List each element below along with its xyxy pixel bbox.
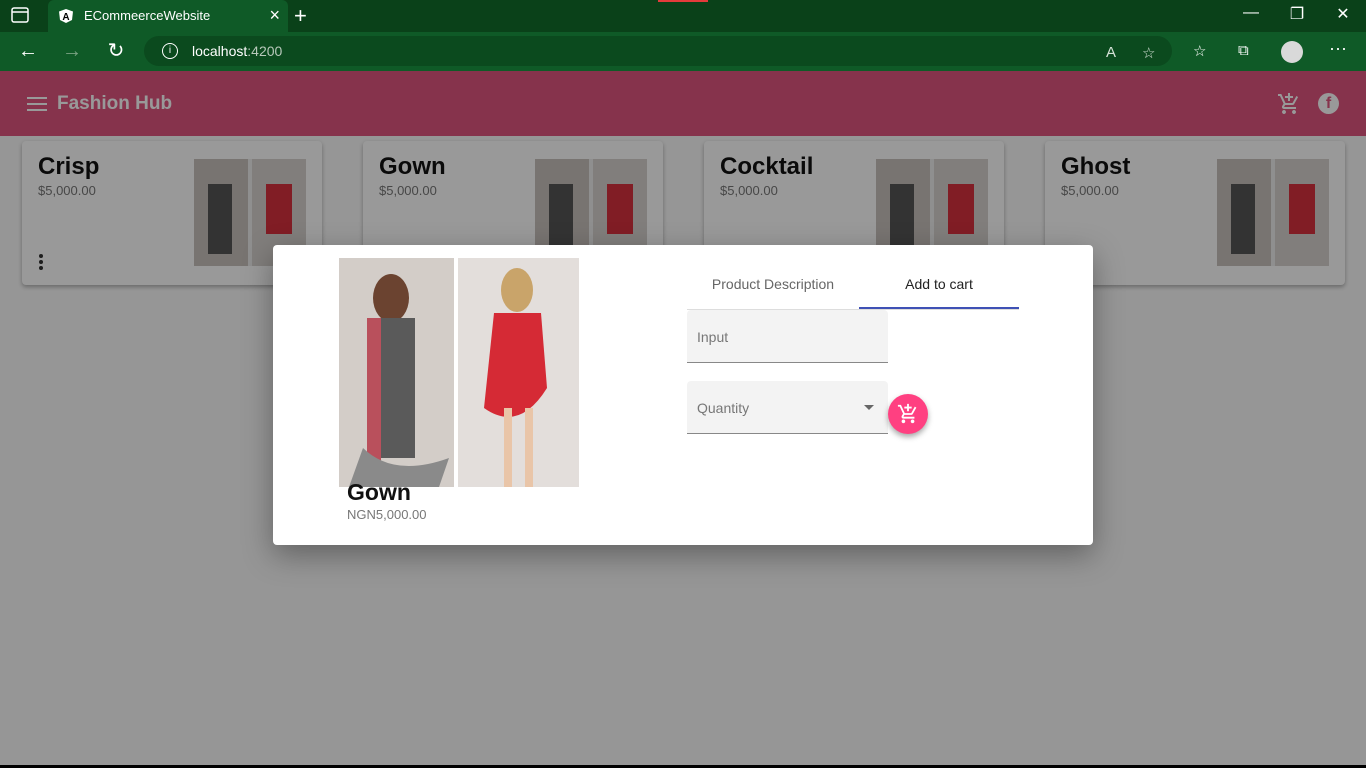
back-icon[interactable]: ← [16, 40, 40, 64]
minimize-icon[interactable]: — [1228, 4, 1274, 22]
browser-tab[interactable]: A ECommeerceWebsite × [48, 0, 288, 32]
product-dialog: Gown NGN5,000.00 Product Description Add… [273, 245, 1093, 545]
window-indicator [658, 0, 708, 2]
quantity-select[interactable]: Quantity [687, 381, 888, 434]
angular-icon: A [59, 9, 73, 23]
favorites-icon[interactable]: ☆ [1193, 42, 1206, 60]
svg-text:A: A [62, 12, 69, 23]
more-options-icon[interactable]: ··· [1329, 38, 1347, 59]
add-to-cart-button[interactable] [888, 394, 928, 434]
restore-icon[interactable]: ❐ [1274, 4, 1320, 24]
add-favorite-icon[interactable]: ☆ [1142, 44, 1155, 62]
quantity-label: Quantity [697, 400, 750, 416]
add-shopping-cart-icon [897, 403, 917, 424]
window-close-icon[interactable]: ✕ [1320, 4, 1366, 24]
dialog-product-price: NGN5,000.00 [347, 507, 427, 522]
tab-title: ECommeerceWebsite [84, 8, 211, 23]
info-icon[interactable]: i [162, 43, 178, 59]
url-port: :4200 [247, 43, 283, 59]
new-tab-icon[interactable]: + [294, 3, 307, 29]
refresh-icon[interactable]: ↻ [104, 40, 128, 64]
close-tab-icon[interactable]: × [269, 5, 280, 25]
tab-strip: A ECommeerceWebsite × + — ❐ ✕ [0, 0, 1366, 32]
read-aloud-icon[interactable]: A [1106, 44, 1116, 61]
dropdown-arrow-icon [864, 405, 874, 410]
tab-group: Product Description Add to cart [687, 265, 1019, 310]
input-placeholder: Input [697, 329, 729, 345]
profile-avatar[interactable] [1281, 41, 1303, 63]
product-detail-image [339, 258, 579, 487]
forward-icon[interactable]: → [60, 40, 84, 64]
address-bar[interactable]: i localhost:4200 A ☆ [144, 36, 1172, 66]
url-text: localhost:4200 [192, 43, 282, 59]
tab-product-description[interactable]: Product Description [687, 265, 859, 309]
collections-icon[interactable]: ⧉ [1238, 42, 1249, 59]
tab-add-to-cart[interactable]: Add to cart [859, 265, 1019, 309]
tab-actions-icon[interactable] [10, 6, 32, 26]
dialog-product-name: Gown [347, 479, 411, 505]
address-bar-row: ← → ↻ i localhost:4200 A ☆ ☆ ⧉ [0, 32, 1366, 71]
url-host: localhost [192, 43, 248, 59]
input-field[interactable]: Input [687, 310, 888, 363]
